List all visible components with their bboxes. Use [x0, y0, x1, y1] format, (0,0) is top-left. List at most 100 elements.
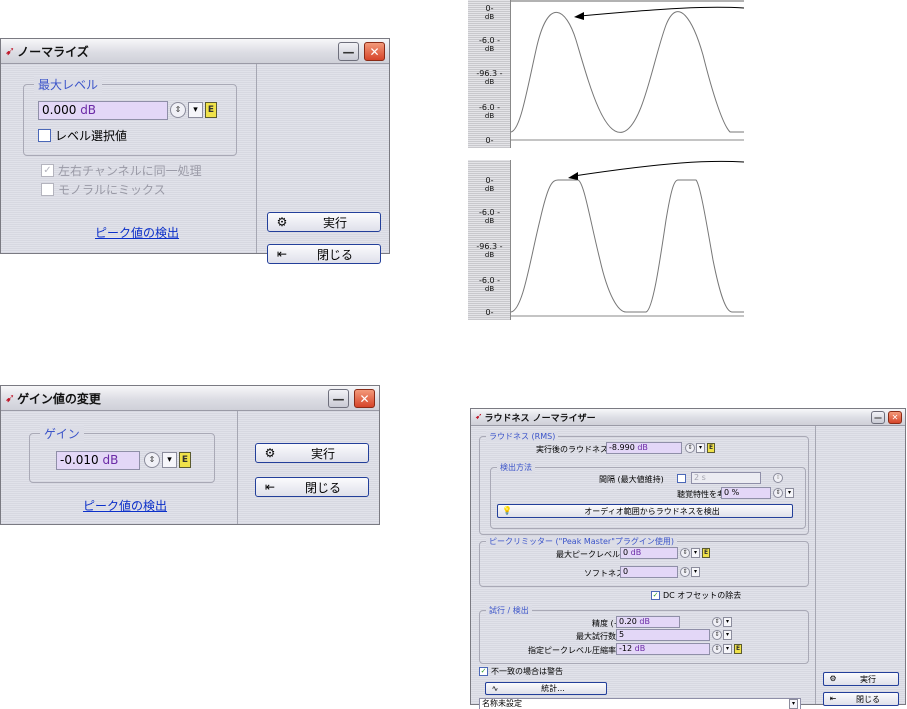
execute-button[interactable]: ⚙ 実行: [255, 443, 369, 463]
close-button[interactable]: ⇤ 閉じる: [255, 477, 369, 497]
close-button[interactable]: ⇤ 閉じる: [267, 244, 381, 264]
app-logo-icon: ➹: [5, 44, 16, 58]
checkmark-icon: ✓: [479, 667, 488, 676]
mismatch-warning-checkbox[interactable]: ✓ 不一致の場合は警告: [479, 666, 563, 677]
rms-legend: ラウドネス (RMS): [486, 431, 559, 442]
precision-dropdown[interactable]: ▾: [723, 617, 732, 627]
gear-icon: ⚙: [276, 215, 288, 229]
detect-group: 検出方法 間隔 (最大値維持) 2 s ⇕ 聴覚特性を考慮 0 % ⇕ ▾ 💡 …: [490, 462, 806, 529]
lightbulb-icon: 💡: [502, 506, 512, 515]
max-peak-spinner[interactable]: ⇕: [680, 548, 690, 558]
compress-field[interactable]: -12 dB: [616, 643, 710, 655]
softness-label: ソフトネス: [584, 569, 624, 578]
target-preset-button[interactable]: E: [707, 443, 715, 453]
divider: [256, 64, 257, 253]
interval-label: 間隔 (最大値維持): [599, 475, 664, 484]
interval-spinner[interactable]: ⇕: [773, 473, 783, 483]
softness-spinner[interactable]: ⇕: [680, 567, 690, 577]
max-level-dropdown[interactable]: ▾: [188, 102, 203, 118]
softness-field[interactable]: 0: [620, 566, 678, 578]
preset-dropdown[interactable]: ▾: [789, 699, 798, 709]
max-level-group: 最大レベル 0.000 dB ⇕ ▾ E レベル選択値: [23, 76, 237, 156]
peak-detect-link[interactable]: ピーク値の検出: [83, 497, 167, 514]
peak-detect-link[interactable]: ピーク値の検出: [95, 224, 179, 241]
gain-dropdown[interactable]: ▾: [162, 452, 177, 468]
gain-field[interactable]: -0.010 dB: [56, 451, 140, 470]
precision-field[interactable]: 0.20 dB: [616, 616, 680, 628]
interval-field[interactable]: 2 s: [691, 472, 761, 484]
limiter-legend: ピークリミッター ("Peak Master"プラグイン使用): [486, 536, 678, 547]
loudness-body: ラウドネス (RMS) 実行後のラウドネス -8.990 dB ⇕ ▾ E 検出…: [471, 426, 905, 709]
max-peak-preset-button[interactable]: E: [702, 548, 710, 558]
level-select-checkbox[interactable]: レベル選択値: [38, 127, 127, 144]
arrow-head-icon: [568, 172, 578, 180]
close-window-button[interactable]: ✕: [364, 42, 385, 61]
hearing-spinner[interactable]: ⇕: [773, 488, 783, 498]
minimize-button[interactable]: —: [328, 389, 349, 408]
trial-legend: 試行 / 検出: [486, 605, 532, 616]
checkbox-box: [41, 183, 54, 196]
clipped-waveform: [510, 179, 744, 313]
detect-legend: 検出方法: [497, 462, 535, 473]
gain-title: ゲイン値の変更: [17, 391, 101, 406]
hearing-field[interactable]: 0 %: [721, 487, 771, 499]
max-level-spinner[interactable]: ⇕: [170, 102, 186, 118]
waveform-sine-panel: 0- dB -6.0 - dB -96.3 - dB -6.0 - dB 0-: [468, 0, 744, 148]
close-window-button[interactable]: ✕: [888, 411, 902, 424]
close-window-button[interactable]: ✕: [354, 389, 375, 408]
preset-select[interactable]: 名称未設定: [479, 698, 801, 709]
hearing-dropdown[interactable]: ▾: [785, 488, 794, 498]
waveform-clipped-panel: 0- dB -6.0 - dB -96.3 - dB -6.0 - dB 0-: [468, 160, 744, 320]
softness-dropdown[interactable]: ▾: [691, 567, 700, 577]
max-trials-field[interactable]: 5: [616, 629, 710, 641]
minimize-button[interactable]: —: [871, 411, 885, 424]
execute-button[interactable]: ⚙ 実行: [267, 212, 381, 232]
normalize-dialog: ➹ ノーマライズ — ✕ 最大レベル 0.000 dB ⇕ ▾ E レベル選択値…: [0, 38, 390, 264]
normalize-titlebar[interactable]: ➹ ノーマライズ — ✕: [1, 39, 389, 64]
checkbox-box[interactable]: [38, 129, 51, 142]
gain-titlebar[interactable]: ➹ ゲイン値の変更 — ✕: [1, 386, 379, 411]
max-trials-spinner[interactable]: ⇕: [712, 630, 722, 640]
target-spinner[interactable]: ⇕: [685, 443, 695, 453]
exit-door-icon: ⇤: [264, 480, 276, 494]
gain-spinner[interactable]: ⇕: [144, 452, 160, 468]
dc-offset-checkbox[interactable]: ✓ DC オフセットの除去: [651, 590, 741, 601]
compress-dropdown[interactable]: ▾: [723, 644, 732, 654]
interval-checkbox[interactable]: [677, 474, 689, 483]
max-trials-dropdown[interactable]: ▾: [723, 630, 732, 640]
loudness-titlebar[interactable]: ➹ ラウドネス ノーマライザー — ✕: [471, 409, 905, 426]
precision-spinner[interactable]: ⇕: [712, 617, 722, 627]
compress-label: 指定ピークレベル圧縮率: [528, 646, 616, 655]
max-level-field[interactable]: 0.000 dB: [38, 101, 168, 120]
loudness-title: ラウドネス ノーマライザー: [484, 413, 596, 424]
loudness-normalizer-dialog: ➹ ラウドネス ノーマライザー — ✕ ラウドネス (RMS) 実行後のラウドネ…: [470, 408, 906, 709]
compress-preset-button[interactable]: E: [734, 644, 742, 654]
gain-body: ゲイン -0.010 dB ⇕ ▾ E ピーク値の検出 ⚙ 実行 ⇤ 閉じる: [1, 411, 379, 524]
execute-button[interactable]: ⚙ 実行: [823, 672, 899, 686]
statistics-button[interactable]: ∿ 統計...: [485, 682, 607, 695]
max-level-preset-button[interactable]: E: [205, 102, 217, 118]
normalize-body: 最大レベル 0.000 dB ⇕ ▾ E レベル選択値 ✓ 左右チャンネルに同一…: [1, 64, 389, 264]
annotation-arrow: [579, 6, 744, 17]
sine-wave-plot: [510, 0, 744, 141]
normalize-title: ノーマライズ: [17, 44, 89, 59]
app-logo-icon: ➹: [5, 391, 16, 405]
trial-group: 試行 / 検出 精度 (+/-) 0.20 dB ⇕ ▾ 最大試行数 5 ⇕ ▾…: [479, 605, 809, 664]
mono-mix-checkbox[interactable]: モノラルにミックス: [41, 181, 166, 198]
close-button[interactable]: ⇤ 閉じる: [823, 692, 899, 706]
limiter-group: ピークリミッター ("Peak Master"プラグイン使用) 最大ピークレベル…: [479, 536, 809, 587]
target-loudness-field[interactable]: -8.990 dB: [606, 442, 682, 454]
same-process-checkbox[interactable]: ✓ 左右チャンネルに同一処理: [41, 162, 202, 179]
minimize-button[interactable]: —: [338, 42, 359, 61]
detect-loudness-button[interactable]: 💡 オーディオ範囲からラウドネスを検出: [497, 504, 793, 518]
gain-preset-button[interactable]: E: [179, 452, 191, 468]
compress-spinner[interactable]: ⇕: [712, 644, 722, 654]
target-loudness-label: 実行後のラウドネス: [536, 445, 608, 454]
clipped-wave-plot: [510, 160, 744, 317]
exit-door-icon: ⇤: [829, 694, 837, 703]
checkbox-box[interactable]: [677, 474, 686, 483]
max-peak-field[interactable]: 0 dB: [620, 547, 678, 559]
max-peak-dropdown[interactable]: ▾: [691, 548, 700, 558]
target-dropdown[interactable]: ▾: [696, 443, 705, 453]
max-level-legend: 最大レベル: [34, 76, 103, 93]
